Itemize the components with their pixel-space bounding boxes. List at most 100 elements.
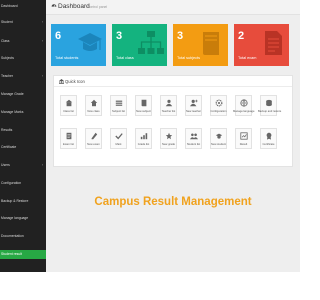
quick-link-label: New grade — [162, 143, 175, 146]
quick-link-label: New student — [211, 143, 226, 146]
configuration-icon — [215, 99, 222, 107]
quick-link-class-list[interactable]: Class list — [60, 95, 77, 116]
quick-link-label: New class — [87, 110, 100, 113]
new-grade-icon — [165, 132, 172, 140]
quick-link-exam-list[interactable]: Exam list — [60, 128, 77, 149]
stat-count: 3 — [177, 30, 184, 42]
quick-link-new-teacher[interactable]: New teacher — [185, 95, 202, 116]
quick-link-label: Teacher list — [161, 110, 176, 113]
sidebar-item-label: Documentation — [1, 234, 24, 238]
subject-list-icon — [115, 100, 122, 106]
sidebar-item-label: Users — [1, 163, 10, 167]
quick-icon-header: Quick Icon — [54, 76, 292, 87]
sidebar-item-documentation[interactable]: Documentation — [0, 232, 46, 240]
result-icon — [239, 132, 248, 140]
sidebar-item-label: Teacher — [1, 74, 14, 78]
quick-link-new-student[interactable]: New student — [210, 128, 227, 149]
quick-link-label: Backup and restore — [258, 110, 282, 113]
chevron-left-icon: ‹ — [41, 20, 43, 24]
stat-count: 2 — [238, 30, 245, 42]
sidebar-item-manage-marks[interactable]: Manage Marks — [0, 108, 46, 116]
page-title: Dashboard — [58, 2, 90, 10]
sidebar-item-label: Student result — [1, 252, 22, 256]
stat-card-class[interactable]: 3 Total class — [112, 24, 167, 66]
book-icon — [203, 32, 219, 55]
chevron-left-icon: ‹ — [41, 163, 43, 167]
quick-link-label: Configuration — [210, 110, 227, 113]
page-subtitle: Control panel — [87, 4, 108, 9]
quick-link-backup-restore[interactable]: Backup and restore — [258, 95, 282, 116]
sidebar-item-backup-restore[interactable]: Backup & Restore — [0, 197, 46, 205]
sidebar-item-student-result[interactable]: Student result — [0, 250, 46, 259]
stat-card-students[interactable]: 6 Total students — [51, 24, 106, 66]
stat-label: Total exam — [238, 56, 257, 60]
sidebar-item-manage-language[interactable]: Manage language — [0, 214, 46, 222]
sidebar-item-label: Configuration — [1, 181, 22, 185]
quick-icon-panel: Quick Icon Class list New class Subject … — [53, 75, 293, 167]
backup-icon — [265, 99, 272, 107]
stat-card-exam[interactable]: 2 Total exam — [234, 24, 289, 66]
sidebar-item-configuration[interactable]: Configuration — [0, 179, 46, 187]
teacher-list-icon — [165, 99, 172, 107]
sidebar-item-teacher[interactable]: Teacher ‹ — [0, 72, 46, 80]
quick-link-grade-list[interactable]: Grade list — [135, 128, 152, 149]
quick-link-label: Certificate — [262, 143, 275, 146]
sidebar-item-class[interactable]: Class ‹ — [0, 37, 46, 45]
quick-link-new-subject[interactable]: New subject — [135, 95, 152, 116]
stat-card-subjects[interactable]: 3 Total subjects — [173, 24, 228, 66]
quick-link-new-exam[interactable]: New exam — [85, 128, 102, 149]
new-teacher-icon — [189, 99, 198, 107]
quick-link-label: Grade list — [137, 143, 150, 146]
sidebar-item-label: Backup & Restore — [1, 199, 29, 203]
stat-label: Total class — [116, 56, 134, 60]
quick-link-label: Class list — [63, 110, 74, 113]
sidebar-item-label: Subjects — [1, 56, 15, 60]
quick-link-label: Mark — [115, 143, 122, 146]
quick-link-label: Manage language — [233, 110, 255, 113]
sidebar-item-label: Results — [1, 128, 13, 132]
quick-link-label: Exam list — [63, 143, 74, 146]
sidebar-item-student[interactable]: Student ‹ — [0, 18, 46, 26]
bank-icon — [59, 79, 64, 84]
sidebar-item-certificate[interactable]: Certificate — [0, 143, 46, 151]
quick-link-configuration[interactable]: Configuration — [210, 95, 227, 116]
sidebar-item-label: Manage Marks — [1, 110, 24, 114]
new-class-icon — [90, 99, 97, 107]
quick-link-certificate[interactable]: Certificate — [260, 128, 277, 149]
chevron-left-icon: ‹ — [41, 74, 43, 78]
dashboard-icon — [51, 4, 57, 7]
quick-link-student-list[interactable]: Student list — [185, 128, 202, 149]
sidebar-item-label: Manage language — [1, 216, 29, 220]
class-list-icon — [65, 99, 72, 107]
quick-link-subject-list[interactable]: Subject list — [110, 95, 127, 116]
stat-count: 3 — [116, 30, 123, 42]
new-exam-icon — [91, 132, 97, 140]
quick-link-mark[interactable]: Mark — [110, 128, 127, 149]
quick-link-label: New subject — [136, 110, 151, 113]
sidebar-item-label: Dashboard — [1, 4, 18, 8]
quick-link-new-grade[interactable]: New grade — [160, 128, 177, 149]
quick-link-label: Subject list — [112, 110, 125, 113]
quick-link-manage-language[interactable]: Manage language — [233, 95, 255, 116]
hierarchy-icon — [138, 31, 164, 54]
quick-link-result[interactable]: Result — [235, 128, 252, 149]
sidebar: Dashboard Student ‹ Class ‹ Subjects Teach… — [0, 0, 46, 272]
quick-link-new-class[interactable]: New class — [85, 95, 102, 116]
student-list-icon — [189, 133, 198, 140]
sidebar-item-users[interactable]: Users ‹ — [0, 161, 46, 169]
stat-label: Total subjects — [177, 56, 201, 60]
quick-link-teacher-list[interactable]: Teacher list — [160, 95, 177, 116]
sidebar-item-subjects[interactable]: Subjects — [0, 54, 46, 62]
sidebar-item-dashboard[interactable]: Dashboard — [0, 2, 46, 10]
sidebar-item-label: Manage Grade — [1, 92, 24, 96]
sidebar-item-results[interactable]: Results — [0, 126, 46, 134]
stat-count: 6 — [55, 30, 62, 42]
page-header: Dashboard Control panel — [46, 0, 300, 15]
main-content: 6 Total students 3 Total class 3 Total s… — [46, 15, 300, 272]
mark-icon — [114, 133, 123, 140]
new-student-icon — [215, 133, 222, 139]
sidebar-item-manage-grade[interactable]: Manage Grade — [0, 90, 46, 98]
exam-list-icon — [66, 132, 71, 140]
new-subject-icon — [141, 99, 146, 107]
quick-link-label: New teacher — [185, 110, 202, 113]
